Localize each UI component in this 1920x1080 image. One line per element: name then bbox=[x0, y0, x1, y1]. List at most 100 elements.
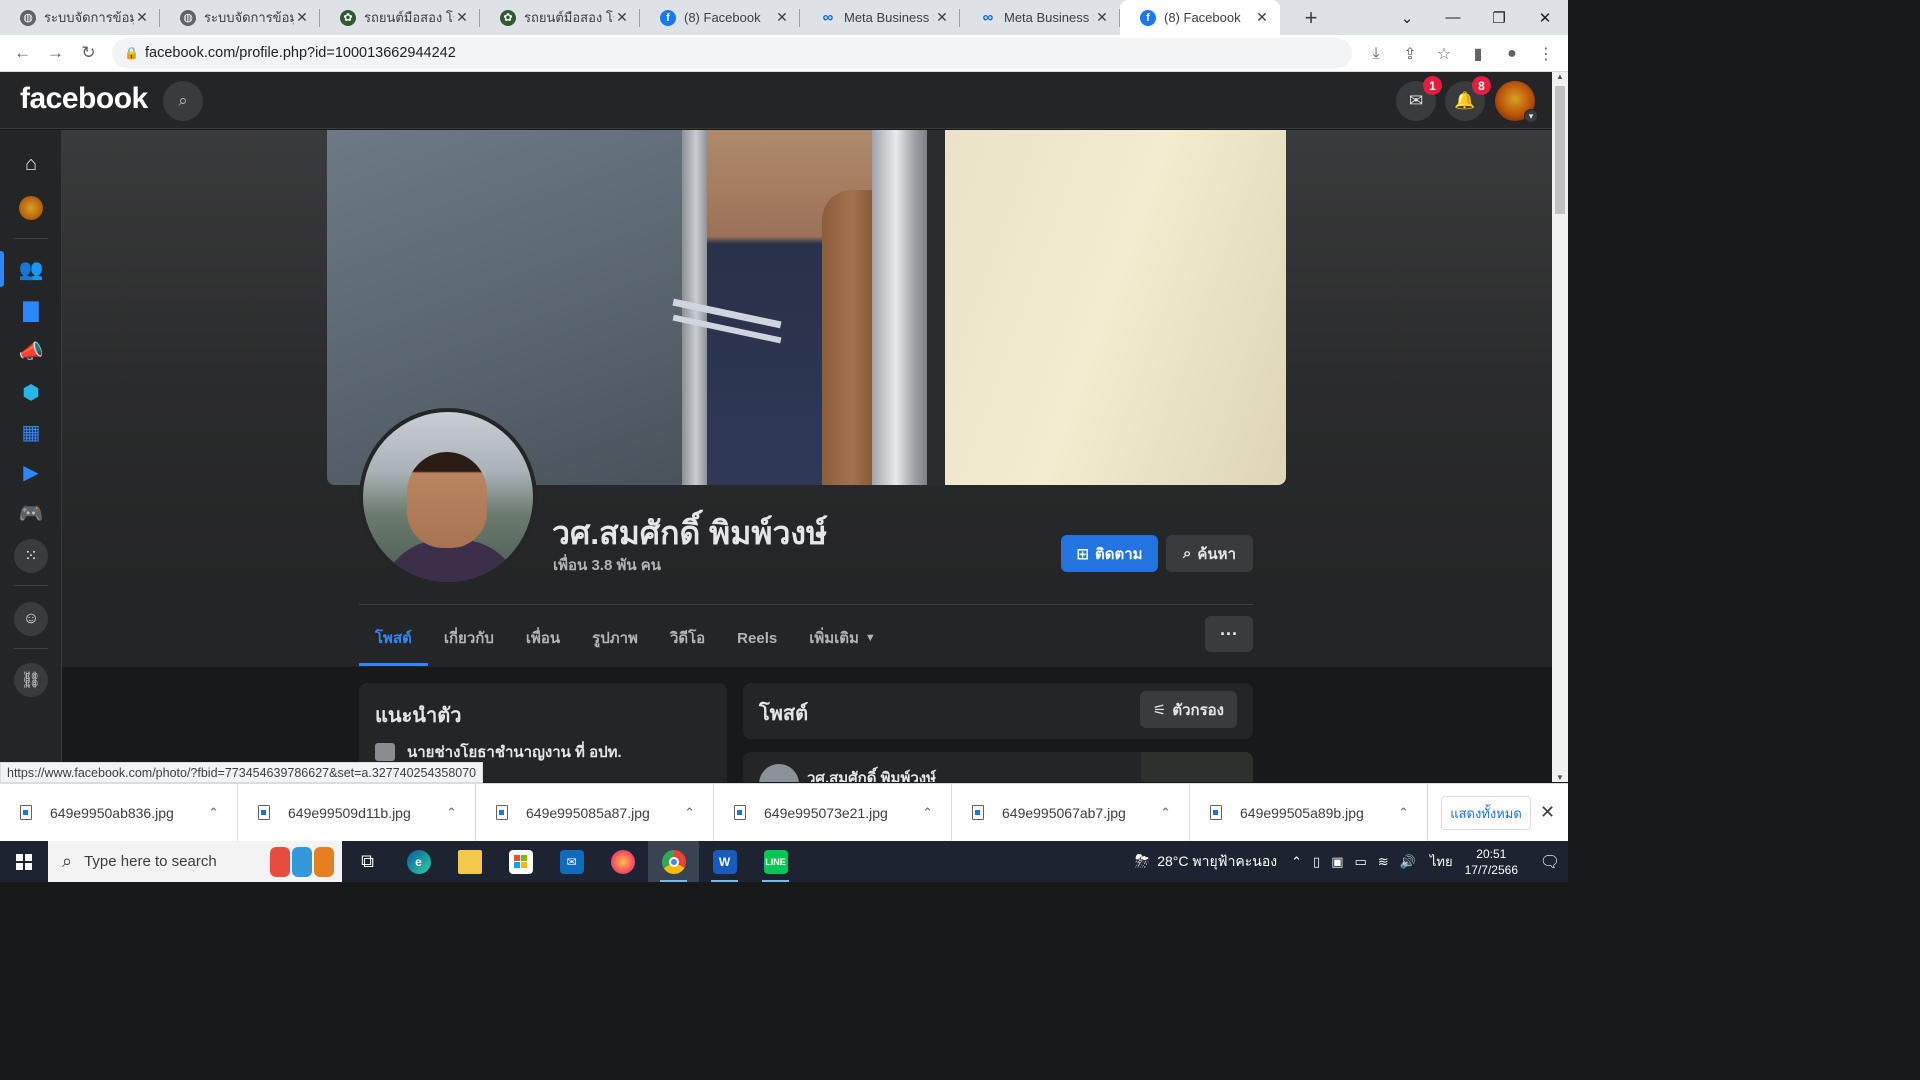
battery-icon[interactable]: ▭ bbox=[1354, 854, 1366, 870]
page-avatar[interactable] bbox=[12, 190, 50, 226]
close-tab-icon[interactable]: ✕ bbox=[1094, 9, 1110, 26]
download-item[interactable]: 649e995073e21.jpg ⌃ bbox=[714, 783, 952, 842]
tab-photos[interactable]: รูปภาพ bbox=[576, 610, 654, 666]
close-tab-icon[interactable]: ✕ bbox=[1254, 9, 1270, 26]
insights-icon[interactable]: ▇ bbox=[12, 292, 50, 328]
download-item[interactable]: 649e99505a89b.jpg ⌃ bbox=[1190, 783, 1428, 842]
all-apps-button[interactable]: ⁙ bbox=[12, 538, 50, 574]
task-view-button[interactable]: ⧉ bbox=[342, 841, 393, 882]
browser-tab[interactable]: ✿ รถยนต์มือสอง โชคดู ✕ bbox=[320, 0, 480, 35]
profile-more-button[interactable]: ··· bbox=[1205, 616, 1253, 652]
close-tab-icon[interactable]: ✕ bbox=[934, 9, 950, 26]
browser-tab-active[interactable]: f (8) Facebook ✕ bbox=[1120, 0, 1280, 35]
minimize-icon[interactable]: — bbox=[1430, 0, 1476, 35]
home-icon[interactable]: ⌂ bbox=[12, 146, 50, 182]
close-tab-icon[interactable]: ✕ bbox=[774, 9, 790, 26]
post-author-name[interactable]: วศ.สมศักดิ์ พิมพ์วงษ์ bbox=[807, 766, 936, 782]
show-all-downloads-button[interactable]: แสดงทั้งหมด bbox=[1441, 796, 1531, 830]
link-button[interactable]: ⛓ bbox=[12, 662, 50, 698]
clock[interactable]: 20:51 17/7/2566 bbox=[1465, 846, 1518, 878]
post-author-avatar[interactable] bbox=[759, 764, 799, 782]
store-button[interactable] bbox=[495, 841, 546, 882]
close-downloads-icon[interactable]: ✕ bbox=[1540, 802, 1555, 823]
bookmark-star-icon[interactable]: ☆ bbox=[1432, 42, 1456, 66]
weather-widget[interactable]: ⛈ 28°C พายุฟ้าคะนอง bbox=[1135, 851, 1277, 873]
notification-center-icon[interactable]: 🗨 bbox=[1532, 852, 1568, 872]
chrome-menu-icon[interactable]: ⋮ bbox=[1534, 42, 1558, 66]
close-window-icon[interactable]: ✕ bbox=[1522, 0, 1568, 35]
friends-count[interactable]: เพื่อน 3.8 พัน คน bbox=[553, 553, 661, 577]
browser-tab[interactable]: ◍ ระบบจัดการข้อมูล บ ✕ bbox=[160, 0, 320, 35]
page-scrollbar[interactable]: ▲ ▼ bbox=[1552, 72, 1568, 782]
facebook-logo[interactable]: facebook bbox=[20, 82, 148, 116]
chevron-up-icon[interactable]: ⌃ bbox=[1160, 805, 1171, 821]
tab-friends[interactable]: เพื่อน bbox=[510, 610, 576, 666]
chevron-up-icon[interactable]: ⌃ bbox=[684, 805, 695, 821]
back-icon[interactable]: ← bbox=[6, 37, 39, 70]
browser-tab[interactable]: ∞ Meta Business Su ✕ bbox=[800, 0, 960, 35]
groups-button[interactable]: ☺ bbox=[12, 601, 50, 637]
browser-tab[interactable]: ◍ ระบบจัดการข้อมูล บ ✕ bbox=[0, 0, 160, 35]
word-button[interactable]: W bbox=[699, 841, 750, 882]
new-tab-icon[interactable]: + bbox=[1296, 0, 1326, 35]
close-tab-icon[interactable]: ✕ bbox=[454, 9, 470, 26]
chevron-up-icon[interactable]: ⌃ bbox=[208, 805, 219, 821]
screen-icon[interactable]: ▣ bbox=[1331, 854, 1343, 870]
close-tab-icon[interactable]: ✕ bbox=[134, 9, 150, 26]
filter-button[interactable]: ⚟ ตัวกรอง bbox=[1139, 691, 1237, 728]
scrollbar-thumb[interactable] bbox=[1555, 86, 1565, 214]
download-item[interactable]: 649e9950ab836.jpg ⌃ bbox=[0, 783, 238, 842]
search-icon[interactable]: ⌕ bbox=[163, 81, 203, 121]
ads-megaphone-icon[interactable]: 📣 bbox=[12, 333, 50, 369]
chevron-up-icon[interactable]: ⌃ bbox=[922, 805, 933, 821]
taskbar-search-box[interactable]: ⌕ Type here to search bbox=[48, 841, 342, 882]
chevron-up-icon[interactable]: ⌃ bbox=[446, 805, 457, 821]
start-button[interactable] bbox=[0, 841, 48, 882]
browser-tab[interactable]: ∞ Meta Business Su ✕ bbox=[960, 0, 1120, 35]
messenger-button[interactable]: ✉ 1 bbox=[1396, 76, 1442, 121]
line-button[interactable]: LINE bbox=[750, 841, 801, 882]
profile-search-button[interactable]: ⌕ ค้นหา bbox=[1166, 535, 1253, 572]
volume-icon[interactable]: 🔊 bbox=[1400, 854, 1416, 870]
video-icon[interactable]: ▶ bbox=[12, 454, 50, 490]
tab-about[interactable]: เกี่ยวกับ bbox=[428, 610, 510, 666]
dashboard-icon[interactable]: ▦ bbox=[12, 414, 50, 450]
tab-more[interactable]: เพิ่มเติม ▼ bbox=[793, 610, 892, 666]
lock-icon[interactable]: 🔒 bbox=[124, 46, 139, 60]
tab-videos[interactable]: วิดีโอ bbox=[654, 610, 721, 666]
browser-tab[interactable]: ✿ รถยนต์มือสอง โชคดู ✕ bbox=[480, 0, 640, 35]
device-icon[interactable]: ▯ bbox=[1313, 854, 1320, 870]
chevron-up-icon[interactable]: ⌃ bbox=[1398, 805, 1409, 821]
mail-button[interactable]: ✉ bbox=[546, 841, 597, 882]
wifi-icon[interactable]: ≋ bbox=[1378, 854, 1389, 870]
browser-tab[interactable]: f (8) Facebook ✕ bbox=[640, 0, 800, 35]
url-input[interactable]: 🔒 facebook.com/profile.php?id=1000136629… bbox=[112, 38, 1352, 68]
chrome-button[interactable] bbox=[648, 841, 699, 882]
gaming-icon[interactable]: 🎮 bbox=[12, 495, 50, 531]
install-app-icon[interactable]: ⤓ bbox=[1364, 42, 1388, 66]
scroll-down-icon[interactable]: ▼ bbox=[1555, 773, 1565, 782]
download-item[interactable]: 649e995085a87.jpg ⌃ bbox=[476, 783, 714, 842]
profile-icon[interactable]: ● bbox=[1500, 42, 1524, 66]
forward-icon[interactable]: → bbox=[39, 37, 72, 70]
download-item[interactable]: 649e995067ab7.jpg ⌃ bbox=[952, 783, 1190, 842]
tab-posts[interactable]: โพสต์ bbox=[359, 610, 428, 666]
share-icon[interactable]: ⇪ bbox=[1398, 42, 1422, 66]
side-panel-icon[interactable]: ▮ bbox=[1466, 42, 1490, 66]
restore-icon[interactable]: ❐ bbox=[1476, 0, 1522, 35]
download-item[interactable]: 649e99509d11b.jpg ⌃ bbox=[238, 783, 476, 842]
box-icon[interactable]: ⬢ bbox=[12, 374, 50, 410]
edge-button[interactable]: e bbox=[393, 841, 444, 882]
friends-icon[interactable]: 👥 bbox=[12, 251, 50, 287]
firefox-button[interactable] bbox=[597, 841, 648, 882]
close-tab-icon[interactable]: ✕ bbox=[294, 9, 310, 26]
input-language[interactable]: ไทย bbox=[1430, 851, 1453, 872]
notifications-button[interactable]: 🔔 8 bbox=[1445, 76, 1491, 121]
close-tab-icon[interactable]: ✕ bbox=[614, 9, 630, 26]
follow-button[interactable]: ⊞ ติดตาม bbox=[1061, 535, 1158, 572]
reload-icon[interactable]: ↻ bbox=[72, 37, 105, 70]
tab-reels[interactable]: Reels bbox=[721, 610, 793, 666]
file-explorer-button[interactable] bbox=[444, 841, 495, 882]
tab-search-icon[interactable]: ⌄ bbox=[1384, 0, 1430, 35]
scroll-up-icon[interactable]: ▲ bbox=[1555, 72, 1565, 81]
